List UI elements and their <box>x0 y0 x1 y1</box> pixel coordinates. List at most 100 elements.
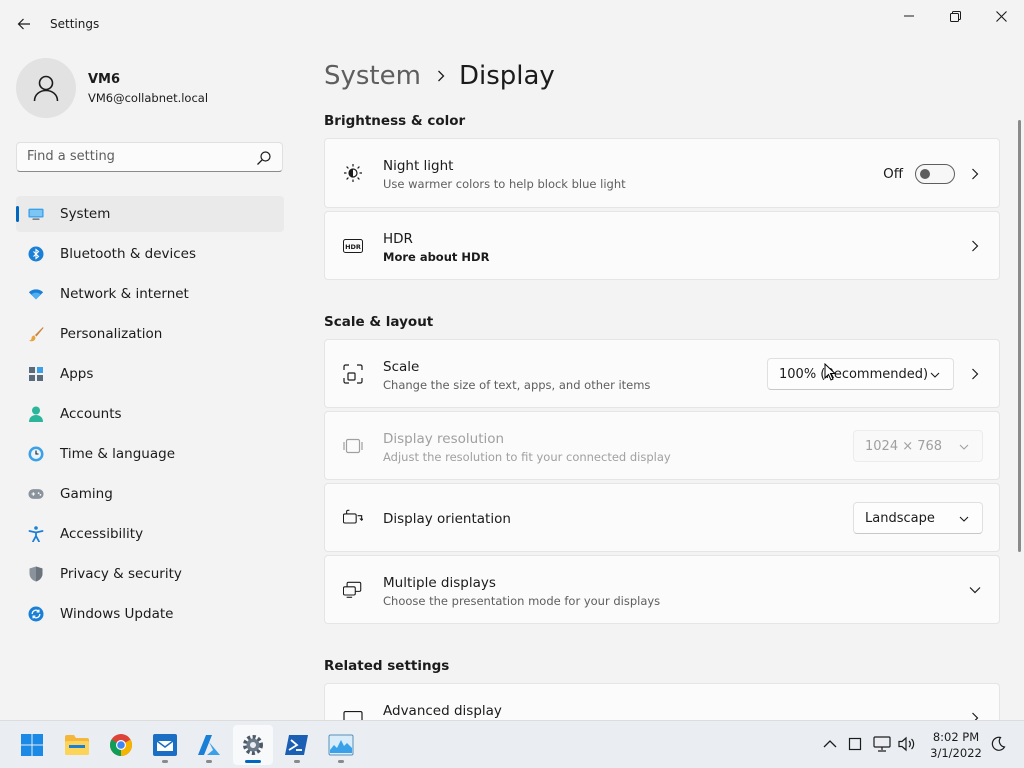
orientation-icon <box>343 508 363 528</box>
speaker-icon[interactable] <box>898 735 916 753</box>
orientation-dropdown[interactable]: Landscape <box>853 502 983 534</box>
update-icon <box>28 606 44 622</box>
chevron-right-icon <box>969 368 981 380</box>
chevron-up-icon[interactable] <box>821 735 839 753</box>
app-title: Settings <box>50 17 100 31</box>
sidebar-item-personalization[interactable]: Personalization <box>16 316 284 352</box>
page-title: Display <box>458 61 555 91</box>
scale-value: 100% (Recommended) <box>779 367 929 382</box>
hdr-title: HDR <box>383 231 413 247</box>
sidebar-item-gaming[interactable]: Gaming <box>16 476 284 512</box>
brush-icon <box>28 326 44 342</box>
search-icon[interactable] <box>256 150 272 166</box>
sidebar-item-label: Apps <box>60 366 94 382</box>
sidebar-item-system[interactable]: System <box>16 196 284 232</box>
restore-button[interactable] <box>932 0 978 32</box>
chevron-down-icon[interactable] <box>969 584 981 596</box>
performance-monitor-icon <box>328 734 354 756</box>
avatar <box>16 58 76 118</box>
sidebar-item-bluetooth[interactable]: Bluetooth & devices <box>16 236 284 272</box>
section-title-related: Related settings <box>324 658 450 674</box>
sidebar-item-label: Privacy & security <box>60 566 182 582</box>
scale-card[interactable]: Scale Change the size of text, apps, and… <box>324 339 1000 408</box>
user-profile[interactable]: VM6 VM6@collabnet.local <box>16 58 286 118</box>
display-orientation-card[interactable]: Display orientation Landscape <box>324 483 1000 552</box>
taskbar-chrome[interactable] <box>101 725 141 765</box>
taskbar-task-manager[interactable] <box>321 725 361 765</box>
resolution-dropdown: 1024 × 768 <box>853 430 983 462</box>
hdr-icon: HDR <box>343 236 363 256</box>
multiple-displays-subtitle: Choose the presentation mode for your di… <box>383 594 661 608</box>
scrollbar[interactable] <box>1018 120 1021 552</box>
svg-text:HDR: HDR <box>345 243 361 251</box>
advanced-display-card[interactable]: Advanced display <box>324 683 1000 720</box>
resolution-title: Display resolution <box>383 431 505 447</box>
sidebar-item-network[interactable]: Network & internet <box>16 276 284 312</box>
focus-assist-icon[interactable] <box>989 735 1007 753</box>
taskbar-settings[interactable] <box>233 725 273 765</box>
night-light-toggle[interactable] <box>915 164 955 184</box>
chevron-right-icon <box>969 712 981 720</box>
breadcrumb-parent[interactable]: System <box>324 61 421 91</box>
night-light-card[interactable]: Night light Use warmer colors to help bl… <box>324 138 1000 208</box>
sidebar-item-label: Network & internet <box>60 286 189 302</box>
title-bar: Settings <box>0 0 1024 48</box>
taskbar-file-explorer[interactable] <box>57 725 97 765</box>
minimize-icon <box>904 15 914 17</box>
sidebar-item-label: Time & language <box>60 446 176 462</box>
sidebar-item-label: Windows Update <box>60 606 174 622</box>
chevron-right-icon <box>969 168 981 180</box>
taskbar-app-mail[interactable] <box>145 725 185 765</box>
mail-app-icon <box>153 734 177 756</box>
taskbar-clock[interactable]: 8:02 PM 3/1/2022 <box>926 729 986 761</box>
search-box[interactable] <box>16 142 283 172</box>
accounts-icon <box>28 406 44 422</box>
sidebar-item-accounts[interactable]: Accounts <box>16 396 284 432</box>
toggle-knob <box>920 169 930 179</box>
taskbar: 8:02 PM 3/1/2022 <box>0 720 1024 768</box>
apps-icon <box>28 366 44 382</box>
close-button[interactable] <box>978 0 1024 32</box>
section-title-scale-layout: Scale & layout <box>324 314 434 330</box>
clock-date: 3/1/2022 <box>930 746 982 760</box>
night-light-state: Off <box>883 166 903 182</box>
hdr-link[interactable]: More about HDR <box>383 250 489 264</box>
breadcrumb: System Display <box>324 58 555 94</box>
sidebar-item-apps[interactable]: Apps <box>16 356 284 392</box>
back-button[interactable] <box>12 12 36 36</box>
running-indicator <box>294 760 300 763</box>
chevron-right-icon <box>969 240 981 252</box>
azure-icon <box>198 735 220 755</box>
sidebar-item-time-language[interactable]: Time & language <box>16 436 284 472</box>
search-input[interactable] <box>27 149 247 164</box>
multiple-displays-icon <box>343 580 363 600</box>
taskbar-app-azure[interactable] <box>189 725 229 765</box>
orientation-value: Landscape <box>865 511 935 526</box>
chrome-icon <box>110 734 132 756</box>
multiple-displays-card[interactable]: Multiple displays Choose the presentatio… <box>324 555 1000 624</box>
sidebar-item-label: Accounts <box>60 406 122 422</box>
minimize-button[interactable] <box>886 0 932 32</box>
sidebar-item-privacy-security[interactable]: Privacy & security <box>16 556 284 592</box>
profile-name: VM6 <box>88 72 121 87</box>
sidebar-item-accessibility[interactable]: Accessibility <box>16 516 284 552</box>
bluetooth-icon <box>28 246 44 262</box>
taskbar-powershell[interactable] <box>277 725 317 765</box>
powershell-icon <box>285 735 308 755</box>
night-light-subtitle: Use warmer colors to help block blue lig… <box>383 177 626 191</box>
network-icon[interactable] <box>873 735 891 753</box>
sidebar-nav: System Bluetooth & devices Network & int… <box>16 196 284 636</box>
display-resolution-card: Display resolution Adjust the resolution… <box>324 411 1000 480</box>
start-button[interactable] <box>12 725 52 765</box>
restore-icon <box>949 10 961 22</box>
scale-subtitle: Change the size of text, apps, and other… <box>383 378 651 392</box>
scale-dropdown[interactable]: 100% (Recommended) <box>767 358 954 390</box>
tray-app-icon[interactable] <box>846 735 864 753</box>
gear-icon <box>243 735 263 755</box>
chevron-down-icon <box>930 372 940 378</box>
profile-email: VM6@collabnet.local <box>88 91 209 105</box>
hdr-card[interactable]: HDR HDR More about HDR <box>324 211 1000 280</box>
arrow-left-icon <box>17 18 30 30</box>
clock-time: 8:02 PM <box>932 730 980 744</box>
sidebar-item-windows-update[interactable]: Windows Update <box>16 596 284 632</box>
